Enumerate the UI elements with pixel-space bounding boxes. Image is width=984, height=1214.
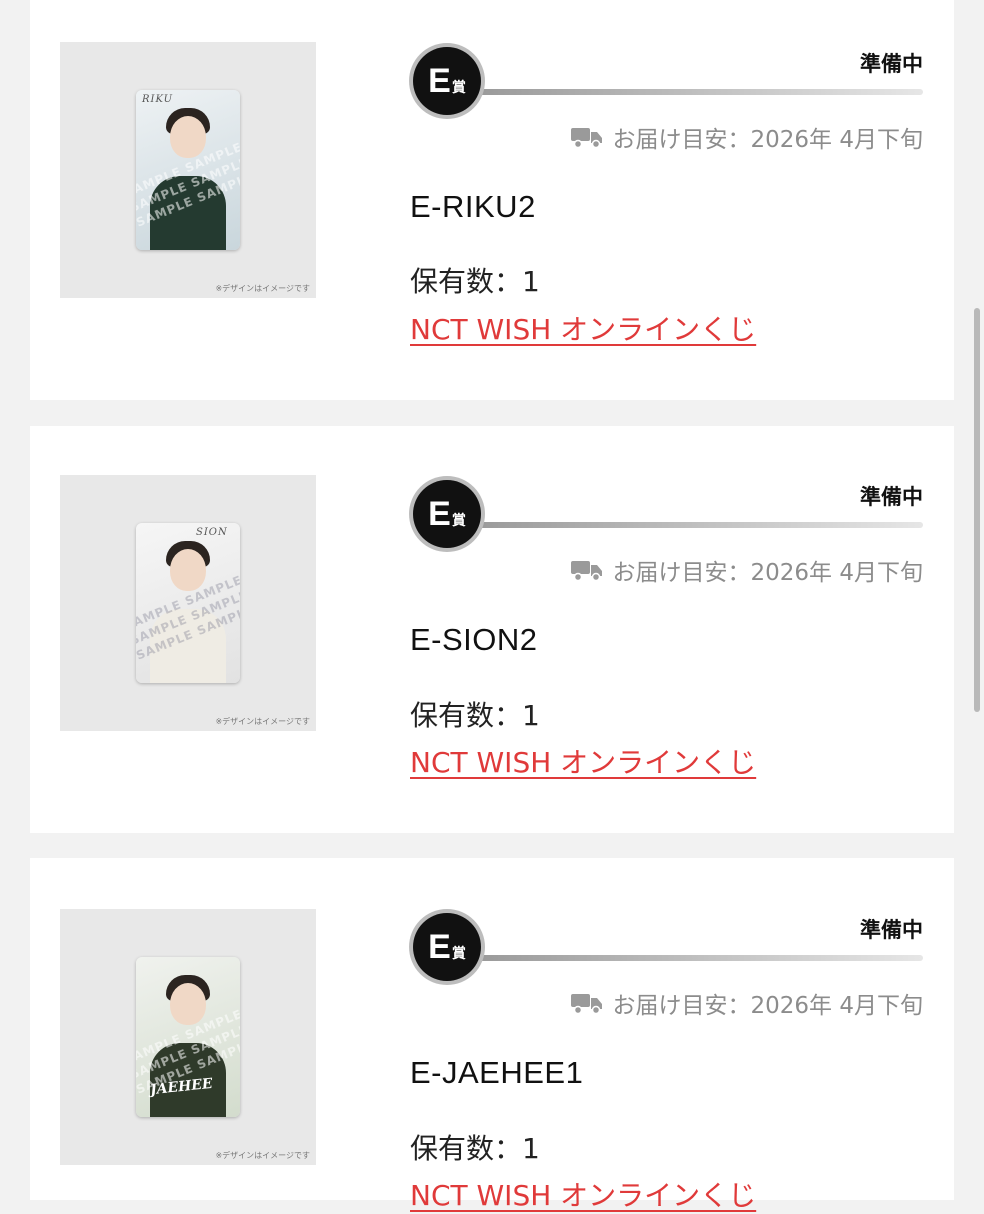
progress-line xyxy=(478,522,923,528)
photocard-image: SAMPLE SAMPLE SAMPLE SAMPLE SAMPLE SAMPLE … xyxy=(136,957,240,1117)
prize-badge-icon: E 賞 xyxy=(413,47,481,115)
status-label: 準備中 xyxy=(860,918,923,942)
photocard-name: SION xyxy=(196,527,228,538)
badge-letter: E xyxy=(428,62,451,100)
prize-badge-icon: E 賞 xyxy=(413,913,481,981)
photocard-name: RIKU xyxy=(142,94,174,105)
product-image[interactable]: SION SAMPLE SAMPLE SAMPLE SAMPLE SAMPLE SA… xyxy=(60,475,316,731)
product-image[interactable]: SAMPLE SAMPLE SAMPLE SAMPLE SAMPLE SAMPLE … xyxy=(60,909,316,1165)
lottery-link[interactable]: NCT WISH オンラインくじ xyxy=(410,308,756,348)
image-caption: ※デザインはイメージです xyxy=(215,717,310,726)
photocard-image: RIKU SAMPLE SAMPLE SAMPLE SAMPLE SAMPLE SA… xyxy=(136,90,240,250)
quantity-text: 保有数：1 xyxy=(410,265,540,298)
prize-card: SAMPLE SAMPLE SAMPLE SAMPLE SAMPLE SAMPLE … xyxy=(30,858,954,1212)
badge-suffix: 賞 xyxy=(451,513,466,529)
lottery-link[interactable]: NCT WISH オンラインくじ xyxy=(410,1174,756,1214)
delivery-text: お届け目安：2026年 4月下旬 xyxy=(612,127,923,153)
status-label: 準備中 xyxy=(860,52,923,76)
lottery-link[interactable]: NCT WISH オンラインくじ xyxy=(410,741,756,781)
product-image[interactable]: RIKU SAMPLE SAMPLE SAMPLE SAMPLE SAMPLE SA… xyxy=(60,42,316,298)
delivery-text: お届け目安：2026年 4月下旬 xyxy=(612,560,923,586)
delivery-estimate: お届け目安：2026年 4月下旬 xyxy=(570,120,923,154)
delivery-estimate: お届け目安：2026年 4月下旬 xyxy=(570,986,923,1020)
badge-letter: E xyxy=(428,928,451,966)
image-caption: ※デザインはイメージです xyxy=(215,284,310,293)
delivery-estimate: お届け目安：2026年 4月下旬 xyxy=(570,553,923,587)
image-caption: ※デザインはイメージです xyxy=(215,1151,310,1160)
badge-suffix: 賞 xyxy=(451,946,466,962)
truck-icon xyxy=(570,128,602,148)
prize-badge-icon: E 賞 xyxy=(413,480,481,548)
quantity-text: 保有数：1 xyxy=(410,1132,540,1165)
item-name: E-RIKU2 xyxy=(410,189,536,224)
item-name: E-SION2 xyxy=(410,622,538,657)
item-name: E-JAEHEE1 xyxy=(410,1055,584,1090)
progress-line xyxy=(478,89,923,95)
delivery-text: お届け目安：2026年 4月下旬 xyxy=(612,993,923,1019)
scrollbar[interactable] xyxy=(974,308,980,712)
truck-icon xyxy=(570,994,602,1014)
badge-letter: E xyxy=(428,495,451,533)
status-label: 準備中 xyxy=(860,485,923,509)
quantity-text: 保有数：1 xyxy=(410,699,540,732)
truck-icon xyxy=(570,561,602,581)
photocard-image: SION SAMPLE SAMPLE SAMPLE SAMPLE SAMPLE SA… xyxy=(136,523,240,683)
progress-line xyxy=(478,955,923,961)
prize-card: SION SAMPLE SAMPLE SAMPLE SAMPLE SAMPLE SA… xyxy=(30,426,954,833)
badge-suffix: 賞 xyxy=(451,80,466,96)
prize-card: RIKU SAMPLE SAMPLE SAMPLE SAMPLE SAMPLE SA… xyxy=(30,0,954,400)
